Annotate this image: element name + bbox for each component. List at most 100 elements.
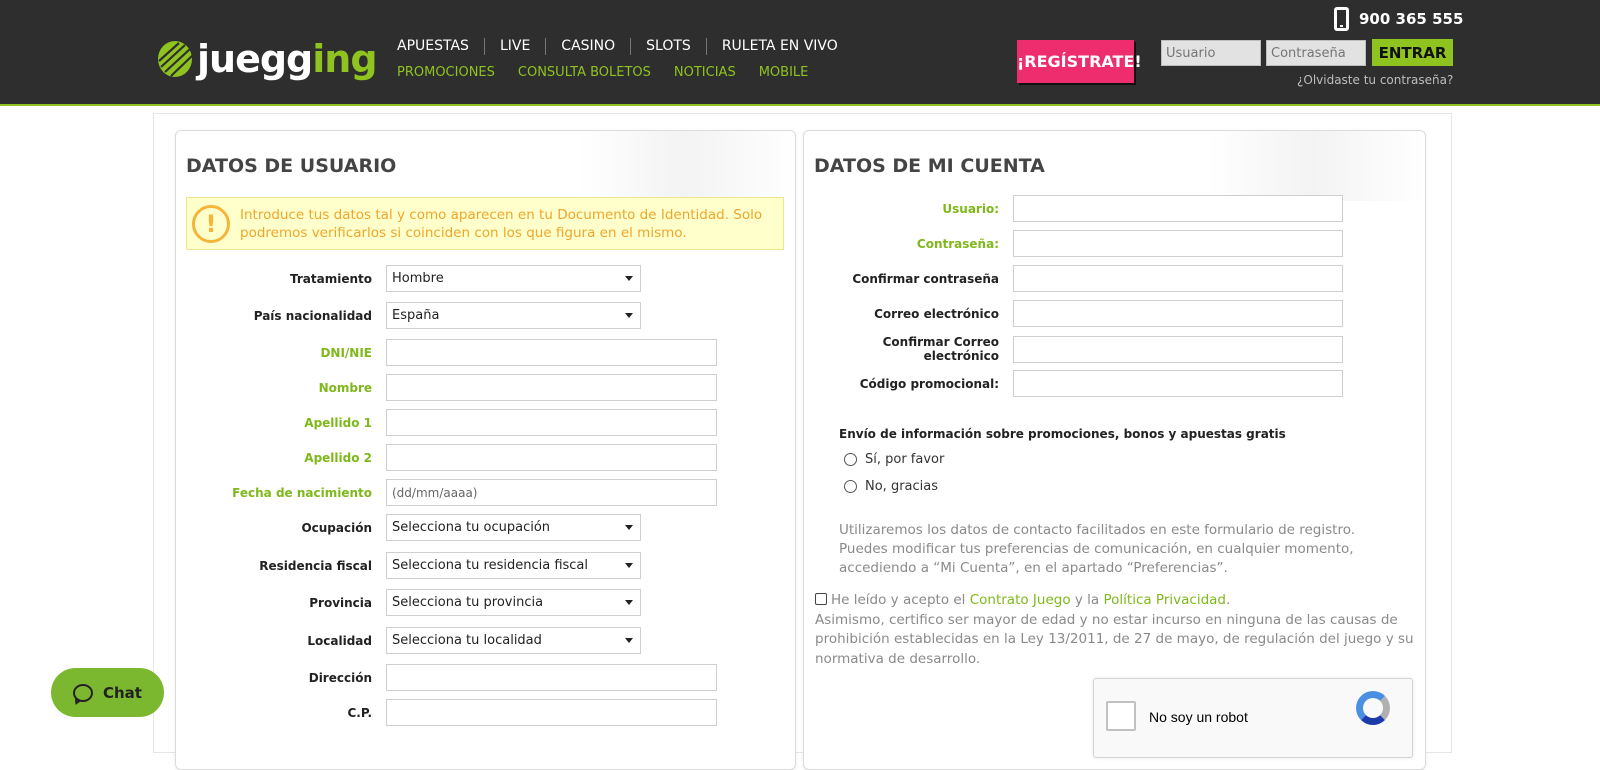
tax-residence-select[interactable]: Selecciona tu residencia fiscal	[386, 552, 641, 579]
registration-container: DATOS DE USUARIO ! Introduce tus datos t…	[153, 113, 1452, 770]
username-input[interactable]	[1013, 195, 1343, 222]
secondary-nav: PROMOCIONES CONSULTA BOLETOS NOTICIAS MO…	[397, 65, 831, 80]
register-button[interactable]: ¡REGÍSTRATE!	[1017, 40, 1142, 83]
nav-casino[interactable]: CASINO	[545, 38, 630, 55]
locality-select[interactable]: Selecciona tu localidad	[386, 627, 641, 654]
nav-live[interactable]: LIVE	[483, 38, 545, 55]
form-row-treatment: Tratamiento Hombre	[176, 265, 641, 292]
nav-consulta-boletos[interactable]: CONSULTA BOLETOS	[518, 65, 651, 80]
form-row-confirm-password: Confirmar contraseña	[804, 265, 1343, 292]
address-input[interactable]	[386, 664, 717, 691]
confirm-password-label: Confirmar contraseña	[852, 271, 999, 286]
province-value: Selecciona tu provincia	[392, 595, 544, 610]
chat-label: Chat	[103, 683, 142, 702]
form-row-province: Provincia Selecciona tu provincia	[176, 589, 641, 616]
terms-block: He leído y acepto el Contrato Juego y la…	[815, 591, 1415, 669]
terms-note: Asimismo, certifico ser mayor de edad y …	[815, 611, 1414, 667]
radio-yes[interactable]: Sí, por favor	[844, 452, 944, 467]
radio-no-label: No, gracias	[865, 479, 939, 494]
treatment-select[interactable]: Hombre	[386, 265, 641, 292]
name-label: Nombre	[318, 380, 372, 395]
form-row-surname1: Apellido 1	[176, 409, 717, 436]
phone-number: 900 365 555	[1359, 10, 1464, 28]
name-input[interactable]	[386, 374, 717, 401]
user-data-title: DATOS DE USUARIO	[186, 155, 397, 177]
form-row-locality: Localidad Selecciona tu localidad	[176, 627, 641, 654]
mobile-phone-icon	[1334, 7, 1349, 31]
account-data-title: DATOS DE MI CUENTA	[814, 155, 1045, 177]
postcode-label: C.P.	[347, 705, 372, 720]
birthdate-label: Fecha de nacimiento	[232, 485, 372, 500]
password-input[interactable]	[1013, 230, 1343, 257]
username-label: Usuario:	[942, 201, 999, 216]
promo-code-input[interactable]	[1013, 370, 1343, 397]
terms-checkbox[interactable]	[815, 593, 827, 605]
recaptcha-widget: No soy un robot	[1093, 678, 1413, 758]
surname2-input[interactable]	[386, 444, 717, 471]
terms-prefix: He leído y acepto el	[831, 592, 970, 608]
birthdate-placeholder: (dd/mm/aaaa)	[392, 485, 478, 500]
email-input[interactable]	[1013, 300, 1343, 327]
form-row-address: Dirección	[176, 664, 717, 691]
locality-value: Selecciona tu localidad	[392, 633, 542, 648]
nationality-select[interactable]: España	[386, 302, 641, 329]
address-label: Dirección	[308, 670, 372, 685]
nav-slots[interactable]: SLOTS	[630, 38, 706, 55]
province-label: Provincia	[309, 595, 372, 610]
form-row-confirm-email: Confirmar Correo electrónico	[804, 335, 1343, 363]
treatment-label: Tratamiento	[290, 271, 372, 286]
nav-mobile[interactable]: MOBILE	[759, 65, 809, 80]
login-password-input[interactable]	[1266, 40, 1366, 66]
form-row-promo-code: Código promocional:	[804, 370, 1343, 397]
login-username-input[interactable]	[1161, 40, 1261, 66]
postcode-input[interactable]	[386, 699, 717, 726]
form-row-occupation: Ocupación Selecciona tu ocupación	[176, 514, 641, 541]
surname1-label: Apellido 1	[304, 415, 372, 430]
occupation-select[interactable]: Selecciona tu ocupación	[386, 514, 641, 541]
tax-residence-value: Selecciona tu residencia fiscal	[392, 558, 589, 573]
dni-input[interactable]	[386, 339, 717, 366]
nationality-value: España	[392, 308, 440, 323]
nav-promociones[interactable]: PROMOCIONES	[397, 65, 495, 80]
form-row-tax-residence: Residencia fiscal Selecciona tu residenc…	[176, 552, 641, 579]
contact-info-text: Utilizaremos los datos de contacto facil…	[839, 522, 1356, 576]
contract-link[interactable]: Contrato Juego	[970, 592, 1071, 608]
province-select[interactable]: Selecciona tu provincia	[386, 589, 641, 616]
confirm-email-input[interactable]	[1013, 335, 1343, 363]
birthdate-input[interactable]: (dd/mm/aaaa)	[386, 479, 717, 506]
occupation-label: Ocupación	[301, 520, 372, 535]
form-row-dni: DNI/NIE	[176, 339, 717, 366]
form-row-name: Nombre	[176, 374, 717, 401]
treatment-value: Hombre	[392, 271, 444, 286]
site-header: juegging APUESTAS LIVE CASINO SLOTS RULE…	[0, 0, 1600, 106]
radio-yes-label: Sí, por favor	[865, 452, 945, 467]
radio-no-circle[interactable]	[844, 480, 857, 493]
password-label: Contraseña:	[916, 236, 999, 251]
forgot-password-link[interactable]: ¿Olvidaste tu contraseña?	[1297, 73, 1453, 87]
dni-label: DNI/NIE	[320, 345, 372, 360]
privacy-link[interactable]: Política Privacidad	[1103, 592, 1226, 608]
form-row-nationality: País nacionalidad España	[176, 302, 641, 329]
confirm-password-input[interactable]	[1013, 265, 1343, 292]
form-row-username: Usuario:	[804, 195, 1343, 222]
radio-yes-circle[interactable]	[844, 453, 857, 466]
login-button[interactable]: ENTRAR	[1372, 39, 1453, 66]
radio-no[interactable]: No, gracias	[844, 479, 938, 494]
surname2-label: Apellido 2	[304, 450, 372, 465]
promo-question: Envío de información sobre promociones, …	[839, 427, 1286, 441]
logo-ball-icon	[158, 41, 194, 77]
juegging-logo[interactable]: juegging	[157, 36, 378, 82]
confirm-email-label: Confirmar Correo electrónico	[882, 335, 999, 363]
form-row-postcode: C.P.	[176, 699, 717, 726]
occupation-value: Selecciona tu ocupación	[392, 520, 551, 535]
logo-wordmark: juegging	[197, 37, 378, 81]
chat-bubble-icon	[73, 683, 93, 702]
chat-button[interactable]: Chat	[51, 668, 164, 717]
surname1-input[interactable]	[386, 409, 717, 436]
nav-noticias[interactable]: NOTICIAS	[674, 65, 736, 80]
user-data-panel: DATOS DE USUARIO ! Introduce tus datos t…	[175, 130, 796, 770]
warning-icon: !	[192, 204, 230, 243]
nav-apuestas[interactable]: APUESTAS	[397, 38, 484, 55]
recaptcha-label: No soy un robot	[1149, 709, 1248, 725]
nav-ruleta-en-vivo[interactable]: RULETA EN VIVO	[705, 38, 853, 55]
